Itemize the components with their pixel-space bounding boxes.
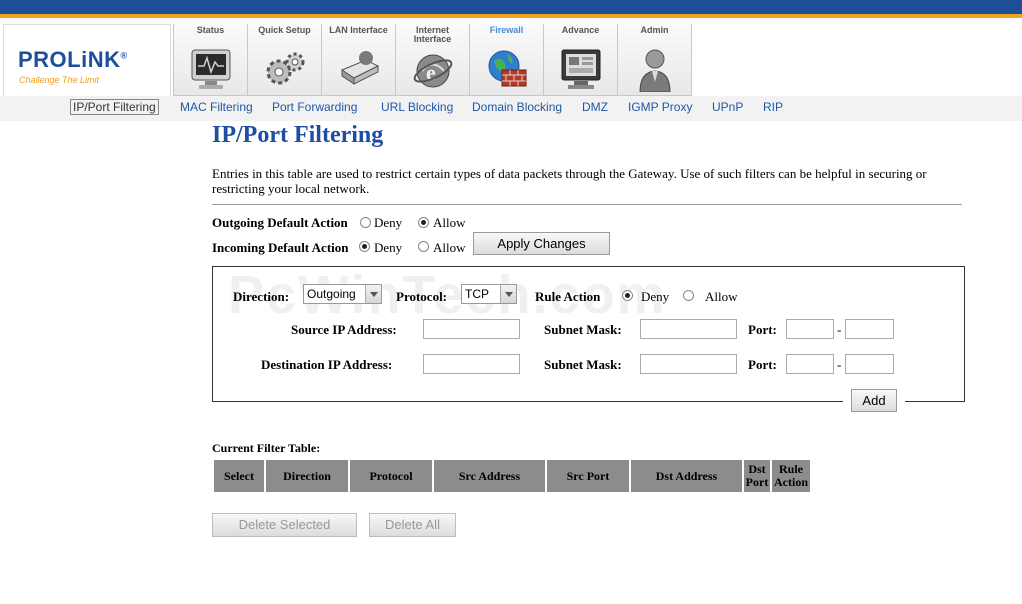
tab-quick-setup[interactable]: Quick Setup (247, 24, 322, 96)
tab-status[interactable]: Status (173, 24, 248, 96)
page-description: Entries in this table are used to restri… (212, 166, 927, 196)
col-dst-port: Dst Port (744, 460, 770, 492)
subnav-dmz[interactable]: DMZ (582, 100, 608, 114)
outgoing-deny-label: Deny (374, 215, 403, 230)
incoming-allow-label: Allow (433, 240, 466, 255)
monitor-icon (191, 49, 231, 89)
subnav-ip-port-filtering[interactable]: IP/Port Filtering (70, 99, 159, 115)
rule-action-label: Rule Action (535, 289, 601, 304)
incoming-deny-radio[interactable] (359, 241, 370, 252)
tab-label: Internet Interface (413, 25, 452, 44)
tab-label: Quick Setup (258, 25, 311, 35)
source-ip-input[interactable] (423, 319, 520, 339)
subnav-port-forwarding[interactable]: Port Forwarding (272, 100, 357, 114)
header: PROLiNK® Challenge The Limit Status Quic… (0, 18, 1022, 112)
rule-deny-label: Deny (641, 289, 670, 304)
tab-label: Advance (561, 25, 600, 35)
subnav-mac-filtering[interactable]: MAC Filtering (180, 100, 253, 114)
apply-changes-button[interactable]: Apply Changes (473, 232, 610, 255)
subnav-domain-blocking[interactable]: Domain Blocking (472, 100, 562, 114)
col-rule-action: Rule Action (772, 460, 810, 492)
tab-internet-interface[interactable]: Internet Interface e (395, 24, 470, 96)
col-dst-address: Dst Address (631, 460, 742, 492)
incoming-allow-radio[interactable] (418, 241, 429, 252)
col-src-port: Src Port (547, 460, 629, 492)
subnav-igmp-proxy[interactable]: IGMP Proxy (628, 100, 692, 114)
page-title: IP/Port Filtering (212, 122, 384, 148)
source-port-start-input[interactable] (786, 319, 834, 339)
top-blue-bar (0, 0, 1022, 14)
filter-table-title: Current Filter Table: (212, 441, 321, 455)
tab-firewall[interactable]: Firewall (469, 24, 544, 96)
outgoing-default-label: Outgoing Default Action (212, 215, 348, 230)
source-subnet-input[interactable] (640, 319, 737, 339)
dest-port-start-input[interactable] (786, 354, 834, 374)
direction-label: Direction: (233, 289, 290, 304)
logo-tagline: Challenge The Limit (19, 75, 100, 85)
chevron-down-icon (365, 285, 381, 303)
advance-screen-icon (561, 49, 601, 89)
tab-label: Firewall (489, 25, 524, 35)
source-port-end-input[interactable] (845, 319, 894, 339)
tab-advance[interactable]: Advance (543, 24, 618, 96)
logo-text: PROLiNK (18, 47, 121, 72)
port-separator: - (837, 357, 842, 372)
dest-port-end-input[interactable] (845, 354, 894, 374)
direction-value: Outgoing (307, 287, 356, 301)
add-button[interactable]: Add (851, 389, 897, 412)
delete-selected-button[interactable]: Delete Selected (212, 513, 357, 537)
outgoing-allow-label: Allow (433, 215, 466, 230)
subnav-url-blocking[interactable]: URL Blocking (381, 100, 453, 114)
rule-deny-radio[interactable] (622, 290, 633, 301)
logo-registered: ® (120, 50, 128, 61)
dest-ip-label: Destination IP Address: (261, 357, 393, 372)
dest-subnet-input[interactable] (640, 354, 737, 374)
source-port-label: Port: (748, 322, 777, 337)
firewall-globe-icon (488, 50, 527, 87)
tab-label: Admin (640, 25, 669, 35)
ie-globe-icon: e (413, 54, 453, 88)
col-src-address: Src Address (434, 460, 545, 492)
protocol-label: Protocol: (396, 289, 448, 304)
gears-icon (266, 52, 305, 85)
source-ip-label: Source IP Address: (291, 322, 397, 337)
outgoing-allow-radio[interactable] (418, 217, 429, 228)
port-separator: - (837, 322, 842, 337)
tab-label: LAN Interface (329, 25, 388, 35)
rule-allow-label: Allow (705, 289, 738, 304)
watermark: PcWinTech.com (228, 265, 667, 325)
subnav-upnp[interactable]: UPnP (712, 100, 743, 114)
subnav-rip[interactable]: RIP (763, 100, 783, 114)
col-protocol: Protocol (350, 460, 432, 492)
divider (212, 204, 962, 205)
dest-subnet-label: Subnet Mask: (544, 357, 622, 372)
direction-select[interactable]: Outgoing (303, 284, 382, 304)
chevron-down-icon (500, 285, 516, 303)
delete-all-button[interactable]: Delete All (369, 513, 456, 537)
rule-allow-radio[interactable] (683, 290, 694, 301)
incoming-default-label: Incoming Default Action (212, 240, 349, 255)
col-select: Select (214, 460, 264, 492)
drive-icon (340, 51, 380, 85)
protocol-value: TCP (465, 287, 489, 301)
tab-lan-interface[interactable]: LAN Interface (321, 24, 396, 96)
firewall-subnav: IP/Port Filtering MAC Filtering Port For… (0, 96, 1022, 121)
outgoing-deny-radio[interactable] (360, 217, 371, 228)
tab-admin[interactable]: Admin (617, 24, 692, 96)
dest-port-label: Port: (748, 357, 777, 372)
main-tabs: Status Quick Setup LAN Interface Interne… (173, 24, 692, 96)
col-direction: Direction (266, 460, 348, 492)
tab-label: Status (196, 25, 225, 35)
incoming-deny-label: Deny (374, 240, 403, 255)
protocol-select[interactable]: TCP (461, 284, 517, 304)
source-subnet-label: Subnet Mask: (544, 322, 622, 337)
admin-user-icon (639, 49, 671, 92)
dest-ip-input[interactable] (423, 354, 520, 374)
